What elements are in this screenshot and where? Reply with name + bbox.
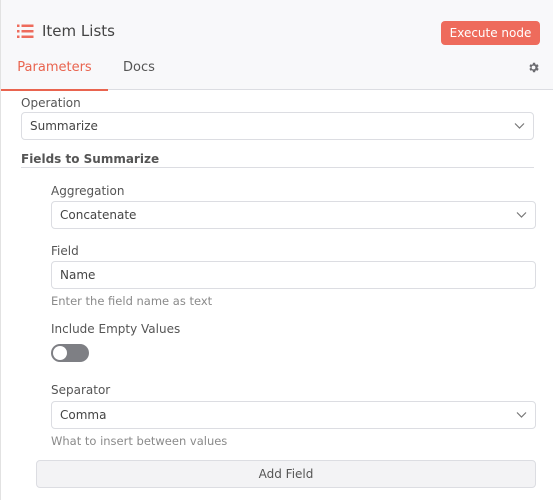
aggregation-select[interactable]: Concatenate bbox=[51, 201, 536, 229]
field-hint: Enter the field name as text bbox=[51, 294, 213, 308]
separator-select[interactable]: Comma bbox=[51, 401, 536, 429]
tab-parameters[interactable]: Parameters bbox=[1, 60, 108, 91]
fields-to-summarize-title: Fields to Summarize bbox=[21, 152, 160, 166]
chevron-down-icon bbox=[516, 412, 527, 418]
tab-docs[interactable]: Docs bbox=[123, 60, 155, 90]
operation-select[interactable]: Summarize bbox=[21, 112, 534, 140]
panel-header: Item Lists Execute node Parameters Docs bbox=[1, 0, 553, 91]
node-panel: Item Lists Execute node Parameters Docs … bbox=[0, 0, 553, 500]
add-field-button[interactable]: Add Field bbox=[36, 460, 536, 488]
node-title: Item Lists bbox=[42, 22, 115, 40]
include-empty-values-label: Include Empty Values bbox=[51, 322, 181, 336]
aggregation-value: Concatenate bbox=[60, 208, 137, 222]
include-empty-values-toggle[interactable] bbox=[51, 344, 89, 362]
separator-hint: What to insert between values bbox=[51, 434, 228, 448]
execute-node-button[interactable]: Execute node bbox=[441, 21, 540, 45]
operation-value: Summarize bbox=[30, 119, 98, 133]
field-name-input[interactable]: Name bbox=[51, 261, 536, 289]
operation-label: Operation bbox=[21, 96, 81, 110]
separator-value: Comma bbox=[60, 408, 107, 422]
separator-label: Separator bbox=[51, 383, 111, 397]
aggregation-label: Aggregation bbox=[51, 184, 125, 198]
section-divider bbox=[21, 167, 534, 168]
field-label: Field bbox=[51, 244, 79, 258]
toggle-knob bbox=[53, 346, 67, 360]
field-name-value: Name bbox=[60, 268, 96, 282]
list-icon bbox=[17, 24, 34, 38]
chevron-down-icon bbox=[514, 123, 525, 129]
gear-icon[interactable] bbox=[527, 61, 540, 74]
chevron-down-icon bbox=[516, 212, 527, 218]
